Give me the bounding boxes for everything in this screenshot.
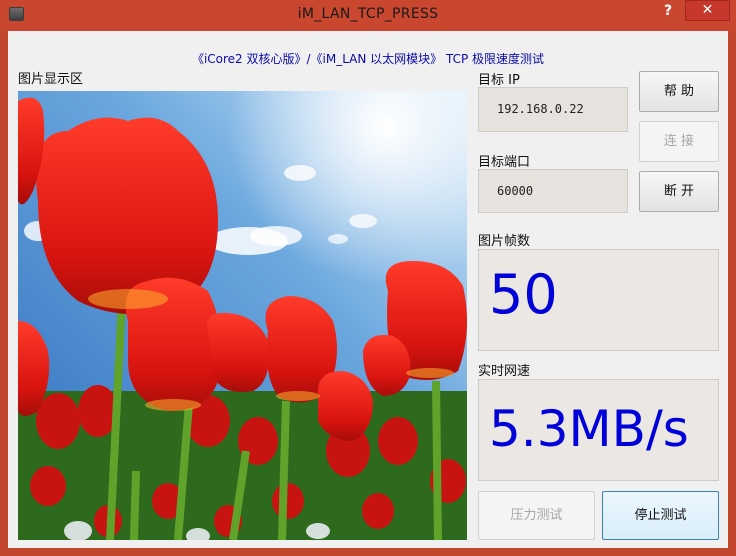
target-ip-value: 192.168.0.22 (497, 102, 584, 116)
disconnect-button[interactable]: 断 开 (639, 171, 719, 212)
frame-count-label: 图片帧数 (478, 234, 531, 249)
target-ip-field[interactable]: 192.168.0.22 (478, 87, 628, 132)
frame-count-value: 50 (489, 263, 558, 326)
target-port-label: 目标端口 (478, 155, 531, 170)
subtitle: 《iCore2 双核心版》/《iM_LAN 以太网模块》 TCP 极限速度测试 (191, 52, 545, 66)
app-window: iM_LAN_TCP_PRESS ? ✕ 《iCore2 双核心版》/《iM_L… (0, 0, 736, 556)
tulip-photo (18, 91, 467, 540)
target-port-field[interactable]: 60000 (478, 169, 628, 213)
stress-test-button[interactable]: 压力测试 (478, 491, 595, 540)
speed-value: 5.3MB/s (489, 400, 689, 458)
help-button[interactable]: 帮 助 (639, 71, 719, 112)
client-area: 《iCore2 双核心版》/《iM_LAN 以太网模块》 TCP 极限速度测试 … (8, 31, 728, 548)
connect-button[interactable]: 连 接 (639, 121, 719, 162)
help-question-icon[interactable]: ? (655, 0, 681, 24)
stop-test-button[interactable]: 停止测试 (602, 491, 719, 540)
target-ip-label: 目标 IP (478, 73, 520, 88)
image-panel-label: 图片显示区 (18, 72, 84, 87)
frame-count-display: 50 (478, 249, 719, 351)
speed-label: 实时网速 (478, 364, 531, 379)
title-bar[interactable]: iM_LAN_TCP_PRESS ? ✕ (0, 0, 736, 31)
image-display (18, 91, 467, 540)
close-icon[interactable]: ✕ (685, 0, 730, 21)
window-title: iM_LAN_TCP_PRESS (297, 6, 439, 22)
speed-display: 5.3MB/s (478, 379, 719, 481)
target-port-value: 60000 (497, 184, 534, 198)
